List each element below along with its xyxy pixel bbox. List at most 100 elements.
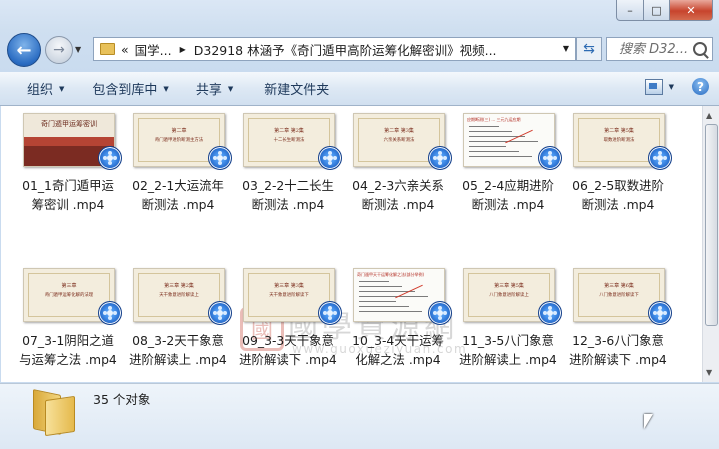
file-name-line-2: 化解之法 .mp4 [355,352,441,367]
address-bar[interactable]: « 国学... ▶ D32918 林涵予《奇门遁甲高阶运筹化解密训》视频... … [93,37,576,61]
change-view-icon[interactable] [644,78,663,95]
organize-menu[interactable]: 组织 ▼ [27,79,64,98]
maximize-button[interactable]: □ [644,0,670,21]
file-name: 06_2-5取数进阶 断测法 .mp4 [564,176,672,214]
new-folder-label: 新建文件夹 [264,83,330,98]
chevron-down-icon: ▼ [59,84,65,93]
share-label: 共享 [195,83,222,98]
file-name-line-2: 进阶解读下 .mp4 [239,352,337,367]
video-player-icon [428,301,452,325]
navigation-bar: ← → ▼ « 国学... ▶ D32918 林涵予《奇门遁甲高阶运筹化解密训》… [0,33,719,67]
vertical-scrollbar[interactable]: ▲ ▼ [702,106,719,382]
thumbnail-subtitle: 八门象意进阶解读下 [599,293,639,298]
file-name-line-1: 02_2-1大运流年 [132,178,224,193]
caption-buttons: – □ ✕ [616,0,713,21]
file-name-line-2: 断测法 .mp4 [471,197,545,212]
details-pane: 35 个对象 [0,383,719,449]
thumbnail-subtitle: 取数进阶断测法 [603,138,635,143]
file-name: 12_3-6八门象意 进阶解读下 .mp4 [564,331,672,369]
help-icon[interactable]: ? [692,78,709,95]
address-segment-current[interactable]: D32918 林涵予《奇门遁甲高阶运筹化解密训》视频... [194,40,497,59]
search-box [606,37,713,61]
file-name-line-2: 断测法 .mp4 [251,197,325,212]
thumbnail-heading: 奇门遁甲天干运筹化解之法(部分举例) [357,272,425,277]
scroll-down-icon[interactable]: ▼ [706,368,712,377]
folder-icon [100,43,115,55]
thumbnail-subtitle: 天干象意进阶解读上 [159,293,199,298]
thumbnail-subtitle: 六亲关系断测法 [383,138,415,143]
address-overflow[interactable]: « [121,42,129,57]
video-player-icon [98,301,122,325]
item-count: 35 个对象 [93,392,151,407]
refresh-button[interactable]: ⇆ [576,37,602,61]
search-icon[interactable] [693,42,707,56]
close-button[interactable]: ✕ [670,0,713,21]
address-dropdown-icon[interactable]: ▼ [563,44,569,53]
chevron-down-icon: ▼ [227,84,234,93]
new-folder-button[interactable]: 新建文件夹 [264,79,329,98]
file-name-line-1: 12_3-6八门象意 [572,333,664,348]
back-button[interactable]: ← [7,33,41,67]
video-player-icon [648,146,672,170]
thumbnail-text-line [469,131,512,132]
thumbnail-chapter: 第三章 第2集 [164,283,194,289]
file-name: 10_3-4天干运筹 化解之法 .mp4 [344,331,452,369]
thumbnail-subtitle: 八门象意进阶解读上 [489,293,529,298]
organize-label: 组织 [27,83,54,98]
thumbnail-text-line [359,301,396,302]
video-player-icon [98,146,122,170]
view-options-dropdown-icon[interactable]: ▼ [669,83,674,91]
include-in-library-menu[interactable]: 包含到库中 ▼ [92,79,168,98]
file-list: 國 國學資源網 www.guoxueziyuan.com 奇门遁甲运筹密训 01_… [1,106,702,382]
thumbnail-chapter: 第三章 [61,283,77,289]
file-name-line-1: 01_1奇门遁甲运 [22,178,114,193]
video-player-icon [538,301,562,325]
file-name-line-2: 断测法 .mp4 [141,197,215,212]
include-in-library-label: 包含到库中 [92,83,158,98]
back-arrow-icon: ← [16,39,32,61]
address-segment-guoxue[interactable]: 国学... [135,40,172,59]
file-name-line-1: 08_3-2天干象意 [132,333,224,348]
refresh-icon: ⇆ [583,41,595,57]
scroll-up-icon[interactable]: ▲ [706,111,712,120]
thumbnail-subtitle: 奇门遁甲运筹化解的法理 [44,293,94,298]
share-menu[interactable]: 共享 ▼ [196,79,233,98]
file-name-line-2: 进阶解读上 .mp4 [129,352,227,367]
file-name-line-1: 11_3-5八门象意 [462,333,554,348]
video-player-icon [318,301,342,325]
file-name-line-2: 筹密训 .mp4 [31,197,105,212]
chevron-right-icon[interactable]: ▶ [180,45,186,54]
scrollbar-thumb[interactable] [705,124,718,326]
minimize-button[interactable]: – [616,0,644,21]
file-name: 08_3-2天干象意 进阶解读上 .mp4 [124,331,232,369]
file-name-line-2: 断测法 .mp4 [581,197,655,212]
file-name-line-2: 进阶解读上 .mp4 [459,352,557,367]
toolbar-right: ▼ ? [644,78,709,95]
thumbnail-chapter: 第二章 第3集 [384,128,414,134]
search-input[interactable] [617,40,697,58]
thumbnail-text-line [359,311,422,312]
file-name-line-1: 09_3-3天干象意 [242,333,334,348]
file-name: 09_3-3天干象意 进阶解读下 .mp4 [234,331,342,369]
forward-button[interactable]: → [45,36,73,64]
file-name-line-1: 03_2-2十二长生 [242,178,334,193]
chevron-down-icon: ▼ [163,84,169,93]
thumbnail-text-line [359,306,409,307]
file-name: 03_2-2十二长生 断测法 .mp4 [234,176,342,214]
video-player-icon [538,146,562,170]
thumbnail-chapter: 第三章 第3集 [274,283,304,289]
thumbnail-text-line [469,151,519,152]
video-player-icon [208,301,232,325]
thumbnail-text-line [469,126,499,127]
thumbnail-title: 奇门遁甲运筹密训 [41,120,97,128]
file-name: 02_2-1大运流年 断测法 .mp4 [124,176,232,214]
file-name-line-2: 断测法 .mp4 [361,197,435,212]
video-player-icon [318,146,342,170]
file-name: 07_3-1阴阳之道 与运筹之法 .mp4 [14,331,122,369]
thumbnail-chapter: 第三章 第5集 [494,283,524,289]
recent-pages-dropdown-icon[interactable]: ▼ [75,45,81,54]
thumbnail-subtitle: 奇门遁甲进阶断测主方法 [154,138,204,143]
thumbnail-text-line [469,146,506,147]
video-player-icon [648,301,672,325]
file-name-line-2: 进阶解读下 .mp4 [569,352,667,367]
